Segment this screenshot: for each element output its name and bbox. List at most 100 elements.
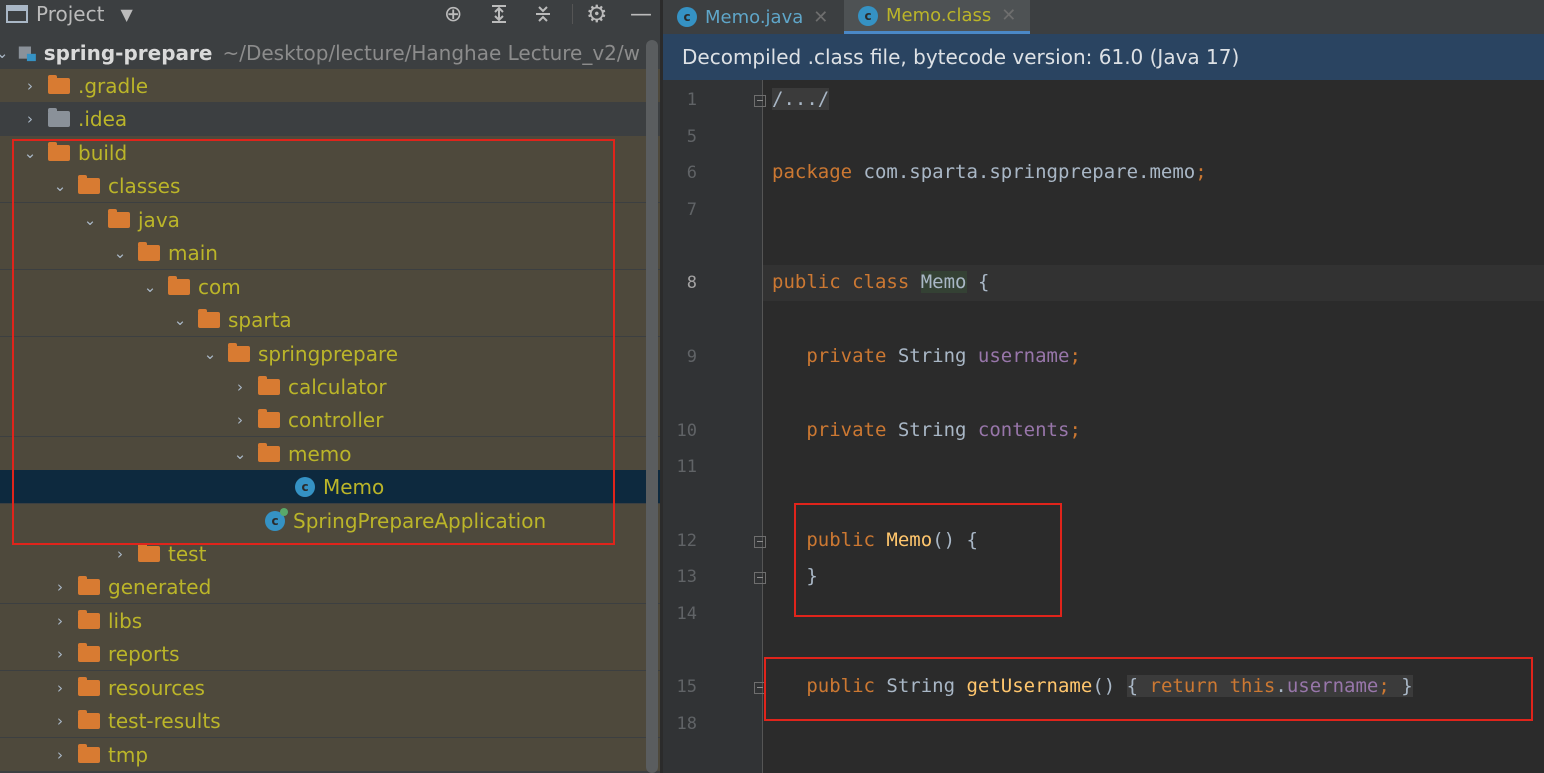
project-window-icon bbox=[6, 5, 28, 23]
tree-item-springprepare[interactable]: ⌄ springprepare bbox=[0, 337, 660, 370]
tree-item-memo-class[interactable]: c Memo bbox=[0, 470, 660, 503]
fold-icon[interactable] bbox=[754, 572, 766, 584]
line-number: 8 bbox=[686, 273, 697, 293]
spring-boot-class-icon: c bbox=[265, 507, 288, 531]
chevron-down-icon[interactable]: ⌄ bbox=[200, 344, 220, 364]
close-icon[interactable]: ✕ bbox=[1001, 5, 1016, 26]
chevron-right-icon[interactable]: › bbox=[50, 711, 70, 731]
line-number: 18 bbox=[676, 714, 697, 734]
folded-imports[interactable]: /.../ bbox=[772, 88, 830, 110]
chevron-down-icon[interactable]: ⌄ bbox=[0, 43, 10, 63]
fold-icon[interactable] bbox=[754, 682, 766, 694]
tree-item-com[interactable]: ⌄ com bbox=[0, 270, 660, 303]
class-icon: c bbox=[295, 476, 315, 497]
chevron-down-icon[interactable]: ⌄ bbox=[110, 243, 130, 263]
minimize-icon[interactable]: — bbox=[630, 0, 652, 28]
chevron-right-icon[interactable]: › bbox=[110, 544, 130, 564]
gear-icon[interactable]: ⚙ bbox=[586, 0, 608, 28]
close-icon[interactable]: ✕ bbox=[813, 7, 828, 28]
line-number: 11 bbox=[676, 457, 697, 477]
code-line-9[interactable]: private String username; bbox=[772, 345, 1081, 367]
chevron-right-icon[interactable]: › bbox=[20, 76, 40, 96]
code-line-8[interactable]: public class Memo { bbox=[772, 271, 989, 293]
tree-item-idea[interactable]: › .idea bbox=[0, 102, 660, 135]
folded-method-body[interactable]: { return this.username; } bbox=[1126, 675, 1413, 697]
chevron-right-icon[interactable]: › bbox=[20, 109, 40, 129]
tree-item-label: classes bbox=[108, 173, 181, 198]
code-line-15[interactable]: public String getUsername() { return thi… bbox=[772, 675, 1413, 697]
folder-icon bbox=[48, 141, 70, 161]
tree-item-gradle[interactable]: › .gradle bbox=[0, 69, 660, 102]
tree-item-test-results[interactable]: › test-results bbox=[0, 704, 660, 737]
chevron-down-icon[interactable]: ⌄ bbox=[20, 143, 40, 163]
chevron-down-icon[interactable]: ⌄ bbox=[80, 210, 100, 230]
tree-item-label: Memo bbox=[323, 474, 385, 499]
editor-tab-bar: c Memo.java ✕ c Memo.class ✕ bbox=[663, 0, 1544, 34]
chevron-right-icon[interactable]: › bbox=[50, 644, 70, 664]
tree-item-tmp[interactable]: › tmp bbox=[0, 738, 660, 771]
chevron-down-icon[interactable]: ⌄ bbox=[230, 444, 250, 464]
chevron-right-icon[interactable]: › bbox=[230, 377, 250, 397]
tree-item-classes[interactable]: ⌄ classes bbox=[0, 169, 660, 202]
chevron-down-icon[interactable]: ⌄ bbox=[50, 176, 70, 196]
module-icon bbox=[19, 46, 37, 61]
tree-item-main[interactable]: ⌄ main bbox=[0, 236, 660, 269]
code-line-6[interactable]: package com.sparta.springprepare.memo; bbox=[772, 161, 1207, 183]
tree-item-label: build bbox=[78, 140, 128, 165]
chevron-down-icon[interactable]: ⌄ bbox=[140, 277, 160, 297]
tab-memo-class[interactable]: c Memo.class ✕ bbox=[844, 0, 1031, 34]
folder-icon bbox=[198, 308, 220, 328]
fold-icon[interactable] bbox=[754, 95, 766, 107]
code-line-1[interactable]: /.../ bbox=[772, 88, 830, 110]
semicolon: ; bbox=[1069, 419, 1081, 441]
tree-item-label: .gradle bbox=[78, 73, 149, 98]
chevron-right-icon[interactable]: › bbox=[230, 410, 250, 430]
chevron-down-icon[interactable]: ▼ bbox=[120, 5, 132, 24]
expand-all-icon[interactable] bbox=[488, 0, 510, 28]
code-line-10[interactable]: private String contents; bbox=[772, 419, 1081, 441]
class-icon: c bbox=[858, 5, 878, 26]
tree-item-label: calculator bbox=[288, 374, 387, 399]
tree-item-build[interactable]: ⌄ build bbox=[0, 136, 660, 169]
decompiled-banner: Decompiled .class file, bytecode version… bbox=[663, 34, 1544, 80]
tree-item-libs[interactable]: › libs bbox=[0, 604, 660, 637]
code-line-12[interactable]: public Memo() { bbox=[772, 529, 978, 551]
chevron-right-icon[interactable]: › bbox=[50, 611, 70, 631]
code-line-13[interactable]: } bbox=[772, 565, 817, 587]
locate-file-icon[interactable]: ⊕ bbox=[444, 0, 462, 28]
type: String bbox=[886, 419, 978, 441]
tree-item-sparta[interactable]: ⌄ sparta bbox=[0, 303, 660, 336]
tree-item-test[interactable]: › test bbox=[0, 537, 660, 570]
chevron-down-icon[interactable]: ⌄ bbox=[170, 310, 190, 330]
project-panel: Project ▼ ⊕ ⚙ — ⌄ spring-prepare ~/Deskt… bbox=[0, 0, 660, 773]
folder-icon bbox=[78, 676, 100, 696]
project-view-selector[interactable]: Project ▼ bbox=[6, 0, 133, 28]
method-name: getUsername bbox=[966, 675, 1093, 697]
tree-item-label: springprepare bbox=[258, 341, 399, 366]
folder-icon bbox=[78, 709, 100, 729]
open-brace: { bbox=[1126, 675, 1150, 697]
collapse-all-icon[interactable] bbox=[532, 0, 554, 28]
tree-item-generated[interactable]: › generated bbox=[0, 570, 660, 603]
tree-root-row[interactable]: ⌄ spring-prepare ~/Desktop/lecture/Hangh… bbox=[0, 36, 640, 69]
tree-item-java[interactable]: ⌄ java bbox=[0, 203, 660, 236]
tree-item-controller[interactable]: › controller bbox=[0, 403, 660, 436]
tree-item-springprepareapplication[interactable]: c SpringPrepareApplication bbox=[0, 504, 660, 537]
tree-item-memo[interactable]: ⌄ memo bbox=[0, 437, 660, 470]
tree-item-label: test-results bbox=[108, 708, 221, 733]
tree-item-resources[interactable]: › resources bbox=[0, 671, 660, 704]
chevron-right-icon[interactable]: › bbox=[50, 678, 70, 698]
tree-item-reports[interactable]: › reports bbox=[0, 637, 660, 670]
project-scrollbar[interactable] bbox=[646, 40, 658, 773]
keyword: package bbox=[772, 161, 853, 183]
class-icon: c bbox=[677, 7, 697, 27]
tab-memo-java[interactable]: c Memo.java ✕ bbox=[663, 0, 842, 34]
fold-icon[interactable] bbox=[754, 536, 766, 548]
brace: { bbox=[966, 271, 990, 293]
tree-item-calculator[interactable]: › calculator bbox=[0, 370, 660, 403]
chevron-right-icon[interactable]: › bbox=[50, 577, 70, 597]
folder-icon bbox=[78, 575, 100, 595]
folder-icon bbox=[138, 241, 160, 261]
chevron-right-icon[interactable]: › bbox=[50, 745, 70, 765]
tab-label: Memo.class bbox=[886, 5, 992, 26]
